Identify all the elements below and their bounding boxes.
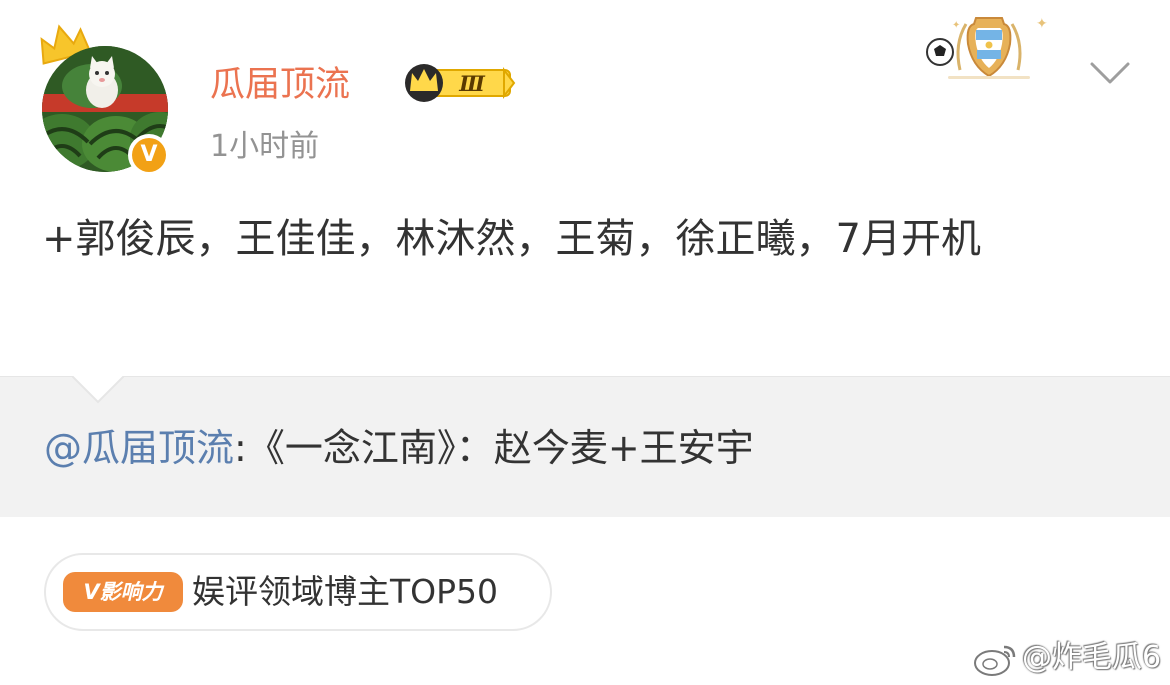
influence-label: 娱评领域博主TOP50: [192, 572, 499, 611]
author-name[interactable]: 瓜届顶流: [210, 60, 350, 110]
post-timestamp: 1小时前: [210, 129, 320, 164]
repost-mention-link[interactable]: @瓜届顶流: [44, 426, 234, 470]
svg-text:✦: ✦: [952, 20, 960, 31]
verified-badge-icon: V: [128, 134, 170, 176]
verified-mark: V: [132, 138, 166, 172]
post-text: +郭俊辰，王佳佳，林沐然，王菊，徐正曦，7月开机: [42, 216, 981, 262]
chevron-down-icon[interactable]: [1088, 58, 1132, 88]
football-medal-icon[interactable]: ✦ ✦: [924, 14, 1054, 86]
repost-text[interactable]: @瓜届顶流:《一念江南》：赵今麦+王安宇: [44, 422, 754, 474]
rank-numeral: Ⅲ: [458, 71, 486, 96]
repost-pointer: [72, 376, 124, 404]
svg-text:✦: ✦: [1036, 16, 1048, 32]
avatar-group[interactable]: V: [36, 22, 176, 177]
influence-tag[interactable]: V影响力 娱评领域博主TOP50: [44, 553, 552, 631]
rank-crown-badge-icon[interactable]: Ⅲ: [400, 63, 516, 103]
repost-content: :《一念江南》：赵今麦+王安宇: [234, 426, 754, 470]
weibo-logo-icon: [974, 645, 1016, 676]
watermark: @炸毛瓜6: [972, 636, 1162, 680]
watermark-text: @炸毛瓜6: [1022, 640, 1162, 675]
influence-badge: V影响力: [63, 572, 183, 612]
